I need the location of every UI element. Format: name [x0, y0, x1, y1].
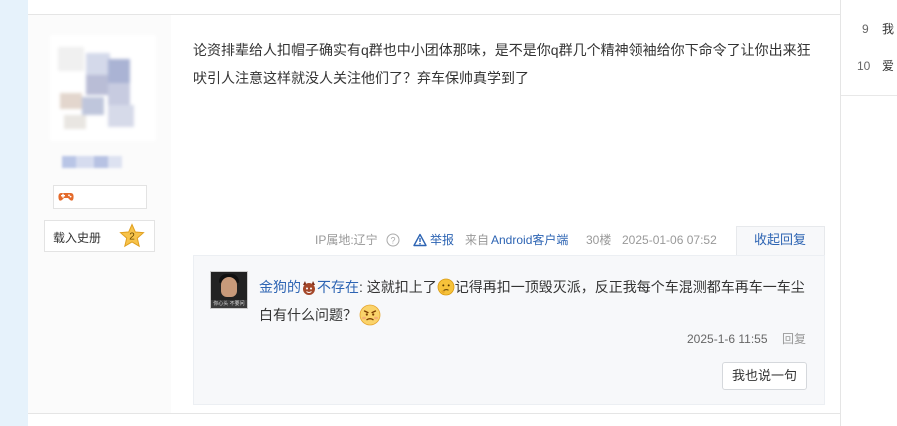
- reply-author-tail[interactable]: 不存在: [317, 279, 359, 295]
- avatar-caption: 你心头 不要问我: [211, 300, 247, 308]
- angry-emoji-icon: [359, 304, 381, 326]
- sidebar-divider: [841, 95, 897, 96]
- rank-number: 10: [857, 59, 871, 73]
- rank-title[interactable]: 爱: [882, 56, 894, 76]
- svg-text:?: ?: [390, 236, 395, 246]
- rank-item[interactable]: 10 爱: [841, 56, 897, 76]
- help-icon[interactable]: ?: [386, 233, 400, 247]
- source-prefix: 来自: [465, 233, 490, 247]
- game-controller-icon: [58, 193, 74, 201]
- say-something-button[interactable]: 我也说一句: [722, 362, 807, 390]
- rank-item[interactable]: 9 我: [841, 19, 897, 39]
- warning-icon[interactable]: [413, 233, 427, 247]
- reply-text-part1: 这就扣上了: [362, 279, 437, 295]
- post-content: 论资排辈给人扣帽子确实有q群也中小团体那味，是不是你q群几个精神领袖给你下命令了…: [193, 42, 811, 86]
- reply-date: 2025-1-6 11:55: [687, 332, 768, 346]
- author-username[interactable]: [62, 156, 122, 168]
- reply-author[interactable]: 金狗的: [259, 279, 301, 295]
- author-avatar[interactable]: [50, 35, 156, 141]
- rank-title[interactable]: 我: [882, 19, 894, 39]
- post-date: 2025-01-06 07:52: [622, 233, 717, 247]
- author-badge: [53, 185, 147, 209]
- page-background-strip: [0, 0, 28, 426]
- devil-emoji-icon: [303, 281, 315, 295]
- sidebar-rank-list: 9 我 10 爱: [841, 0, 897, 426]
- post-meta: IP属地:辽宁 ? 举报 来自 Android客户端 30楼 2025-01-0…: [0, 231, 736, 249]
- reply-button[interactable]: 回复: [782, 331, 806, 347]
- ip-location: IP属地:辽宁: [315, 233, 378, 247]
- thinking-emoji-icon: [437, 278, 455, 296]
- reply-avatar[interactable]: 你心头 不要问我: [210, 271, 248, 309]
- post-divider-bottom: [28, 413, 841, 414]
- collapse-replies-button[interactable]: 收起回复: [754, 231, 806, 249]
- source-link[interactable]: Android客户端: [491, 231, 568, 249]
- report-link[interactable]: 举报: [430, 231, 454, 249]
- floor-number: 30楼: [586, 233, 612, 247]
- reply-content: 金狗的 不存在: 这就扣上了 记得再扣一顶毁灭派，反正我每个车混测都车再车一车尘…: [259, 273, 809, 329]
- rank-number: 9: [862, 22, 869, 36]
